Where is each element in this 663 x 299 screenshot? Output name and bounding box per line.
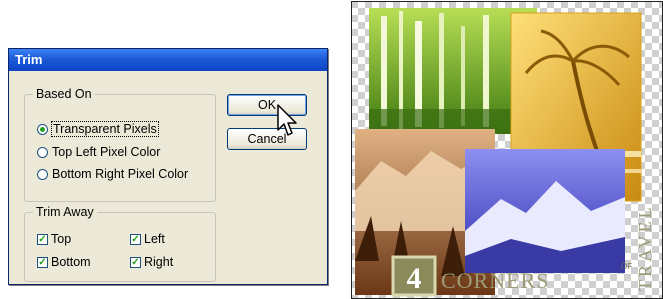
mouse-cursor-icon [277,104,297,136]
radio-label: Bottom Right Pixel Color [52,167,189,181]
radio-label: Top Left Pixel Color [52,145,161,159]
based-on-legend: Based On [33,87,95,101]
radio-label: Transparent Pixels [51,121,159,137]
checkbox[interactable]: ✓ [37,233,48,245]
checkbox[interactable]: ✓ [37,256,48,268]
checkbox-bottom[interactable]: ✓ Bottom [37,255,91,269]
logo-word: CORNERS [441,268,549,293]
radio-top-left-pixel-color[interactable]: Top Left Pixel Color [37,145,160,159]
checkbox-label: Left [144,232,165,246]
logo-numeral: 4 [407,262,422,295]
trim-away-group: Trim Away [24,205,216,282]
radio-transparent-pixels[interactable]: Transparent Pixels [37,121,159,137]
logo-small: OF [621,262,632,271]
trimmed-collage-image: 4 CORNERS OF TRAVEL [351,1,663,299]
checkbox[interactable]: ✓ [130,233,141,245]
radio-button[interactable] [37,168,48,180]
checkbox-label: Top [51,232,72,246]
checkbox[interactable]: ✓ [130,256,141,268]
trim-away-legend: Trim Away [33,205,97,219]
checkbox-left[interactable]: ✓ Left [130,232,165,246]
radio-button[interactable] [37,123,48,135]
checkbox-label: Bottom [51,255,91,269]
radio-button[interactable] [37,146,48,158]
checkbox-top[interactable]: ✓ Top [37,232,71,246]
checkbox-label: Right [144,255,174,269]
checkbox-right[interactable]: ✓ Right [130,255,173,269]
radio-bottom-right-pixel-color[interactable]: Bottom Right Pixel Color [37,167,188,181]
trim-dialog: Trim Based On Transparent Pixels Top Lef… [8,48,328,285]
dialog-title: Trim [9,49,327,71]
blue-mountain-photo [465,149,625,273]
logo-vertical-word: TRAVEL [635,204,655,291]
